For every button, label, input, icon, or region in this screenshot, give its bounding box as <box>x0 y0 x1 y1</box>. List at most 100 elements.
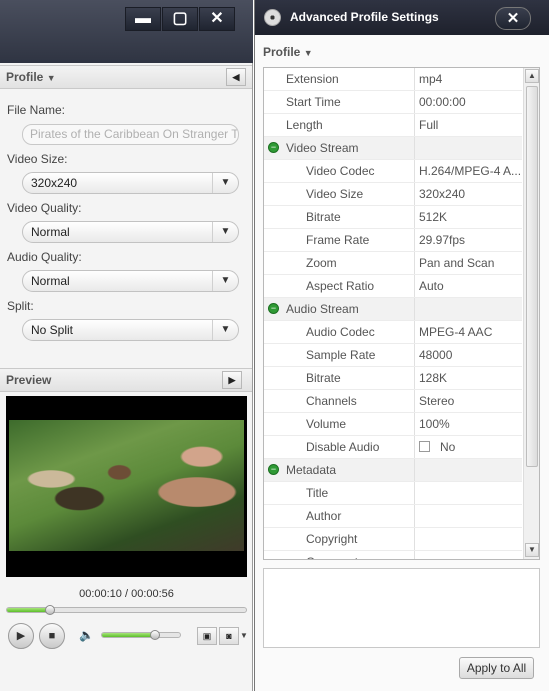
settings-grid: Extension mp4 Start Time 00:00:00 Length Full… <box>263 67 540 560</box>
setting-row[interactable]: Video Codec H.264/MPEG-4 A... <box>264 160 522 183</box>
collapse-minus-icon[interactable]: − <box>268 142 279 153</box>
audio-quality-value: Normal <box>31 274 70 288</box>
file-name-field[interactable]: Pirates of the Caribbean On Stranger Ti <box>22 124 239 145</box>
setting-value[interactable]: Pan and Scan <box>414 252 522 274</box>
close-button[interactable]: ✕ <box>495 7 531 30</box>
setting-value[interactable]: H.264/MPEG-4 A... <box>414 160 522 182</box>
setting-value[interactable] <box>414 298 522 320</box>
disable-audio-checkbox[interactable] <box>419 441 430 452</box>
collapse-left-icon[interactable]: ◀ <box>226 68 246 86</box>
setting-row[interactable]: Frame Rate 29.97fps <box>264 229 522 252</box>
setting-value[interactable] <box>414 137 522 159</box>
collapse-minus-icon[interactable]: − <box>268 303 279 314</box>
setting-key: Volume <box>306 417 347 431</box>
setting-row[interactable]: Copyright <box>264 528 522 551</box>
caret-down-icon[interactable]: ▼ <box>240 631 248 640</box>
setting-value[interactable]: MPEG-4 AAC <box>414 321 522 343</box>
setting-value[interactable]: Full <box>414 114 522 136</box>
setting-row[interactable]: Channels Stereo <box>264 390 522 413</box>
minimize-button[interactable]: ▬ <box>125 7 161 31</box>
setting-key: Copyright <box>306 532 358 546</box>
group-row[interactable]: − Metadata <box>264 459 522 482</box>
setting-row[interactable]: Aspect Ratio Auto <box>264 275 522 298</box>
vertical-scrollbar[interactable]: ▲ ▼ <box>523 68 539 559</box>
setting-row[interactable]: Sample Rate 48000 <box>264 344 522 367</box>
video-preview <box>6 396 247 577</box>
video-size-select[interactable]: 320x240 ▼ <box>22 172 239 194</box>
camera-icon[interactable]: ◙ <box>219 627 239 645</box>
setting-key: Metadata <box>286 463 337 477</box>
setting-key: Audio Stream <box>286 302 359 316</box>
group-row[interactable]: − Video Stream <box>264 137 522 160</box>
setting-value[interactable]: 29.97fps <box>414 229 522 251</box>
collapse-minus-icon[interactable]: − <box>268 464 279 475</box>
setting-value[interactable] <box>414 505 522 527</box>
advanced-profile-settings-window: Advanced Profile Settings ✕ Profile ▼ Ex… <box>254 0 549 691</box>
setting-value[interactable]: Stereo <box>414 390 522 412</box>
setting-row[interactable]: Length Full <box>264 114 522 137</box>
film-reel-icon <box>264 9 281 26</box>
setting-row[interactable]: Bitrate 128K <box>264 367 522 390</box>
checkbox-label: No <box>440 440 456 454</box>
setting-value[interactable] <box>414 482 522 504</box>
setting-value[interactable] <box>414 459 522 481</box>
setting-key: Extension <box>286 72 339 86</box>
setting-key: Bitrate <box>306 210 341 224</box>
stop-icon[interactable]: ■ <box>39 623 65 649</box>
setting-value[interactable]: 100% <box>414 413 522 435</box>
setting-row[interactable]: Author <box>264 505 522 528</box>
progress-handle[interactable] <box>45 605 55 615</box>
snapshot-folder-icon[interactable]: ▣ <box>197 627 217 645</box>
setting-value[interactable]: 128K <box>414 367 522 389</box>
scroll-thumb[interactable] <box>526 86 538 467</box>
setting-row[interactable]: Start Time 00:00:00 <box>264 91 522 114</box>
profile-dropdown[interactable]: Profile ▼ <box>263 45 313 59</box>
setting-key: Aspect Ratio <box>306 279 375 293</box>
setting-row[interactable]: Volume 100% <box>264 413 522 436</box>
progress-slider[interactable] <box>6 605 247 615</box>
setting-value[interactable] <box>414 528 522 550</box>
file-name-label: File Name: <box>7 103 66 117</box>
profile-section-header[interactable]: Profile ▼ ◀ <box>0 65 252 89</box>
volume-slider[interactable] <box>101 630 181 640</box>
setting-value[interactable]: Auto <box>414 275 522 297</box>
chevron-down-icon: ▼ <box>212 173 238 193</box>
speaker-icon[interactable]: 🔈 <box>79 628 94 642</box>
setting-value[interactable] <box>414 551 522 559</box>
setting-row[interactable]: Title <box>264 482 522 505</box>
setting-row[interactable]: Extension mp4 <box>264 68 522 91</box>
setting-value[interactable]: 512K <box>414 206 522 228</box>
setting-key: Sample Rate <box>306 348 376 362</box>
setting-value[interactable]: 48000 <box>414 344 522 366</box>
setting-row[interactable]: Disable Audio No <box>264 436 522 459</box>
expand-right-icon[interactable]: ▶ <box>222 371 242 389</box>
caret-down-icon: ▼ <box>46 73 56 83</box>
play-icon[interactable]: ▶ <box>8 623 34 649</box>
window-title: Advanced Profile Settings <box>290 10 439 24</box>
setting-value[interactable]: mp4 <box>414 68 522 90</box>
setting-row[interactable]: Audio Codec MPEG-4 AAC <box>264 321 522 344</box>
caret-down-icon: ▼ <box>303 48 313 58</box>
setting-value[interactable]: 320x240 <box>414 183 522 205</box>
setting-key: Comment <box>306 555 358 559</box>
setting-row[interactable]: Zoom Pan and Scan <box>264 252 522 275</box>
setting-value[interactable]: No <box>414 436 522 458</box>
setting-row[interactable]: Comment <box>264 551 522 559</box>
setting-key: Frame Rate <box>306 233 370 247</box>
close-button[interactable]: ✕ <box>199 7 235 31</box>
setting-key: Bitrate <box>306 371 341 385</box>
apply-to-all-button[interactable]: Apply to All <box>459 657 534 679</box>
profile-panel-window: ▬ ▢ ✕ Profile ▼ ◀ File Name: Pirates of … <box>0 0 253 691</box>
volume-handle[interactable] <box>150 630 160 640</box>
scroll-up-icon[interactable]: ▲ <box>525 69 539 83</box>
group-row[interactable]: − Audio Stream <box>264 298 522 321</box>
setting-row[interactable]: Bitrate 512K <box>264 206 522 229</box>
video-quality-select[interactable]: Normal ▼ <box>22 221 239 243</box>
audio-quality-select[interactable]: Normal ▼ <box>22 270 239 292</box>
scroll-down-icon[interactable]: ▼ <box>525 543 539 557</box>
split-select[interactable]: No Split ▼ <box>22 319 239 341</box>
maximize-button[interactable]: ▢ <box>162 7 198 31</box>
setting-key: Title <box>306 486 329 500</box>
setting-row[interactable]: Video Size 320x240 <box>264 183 522 206</box>
setting-value[interactable]: 00:00:00 <box>414 91 522 113</box>
